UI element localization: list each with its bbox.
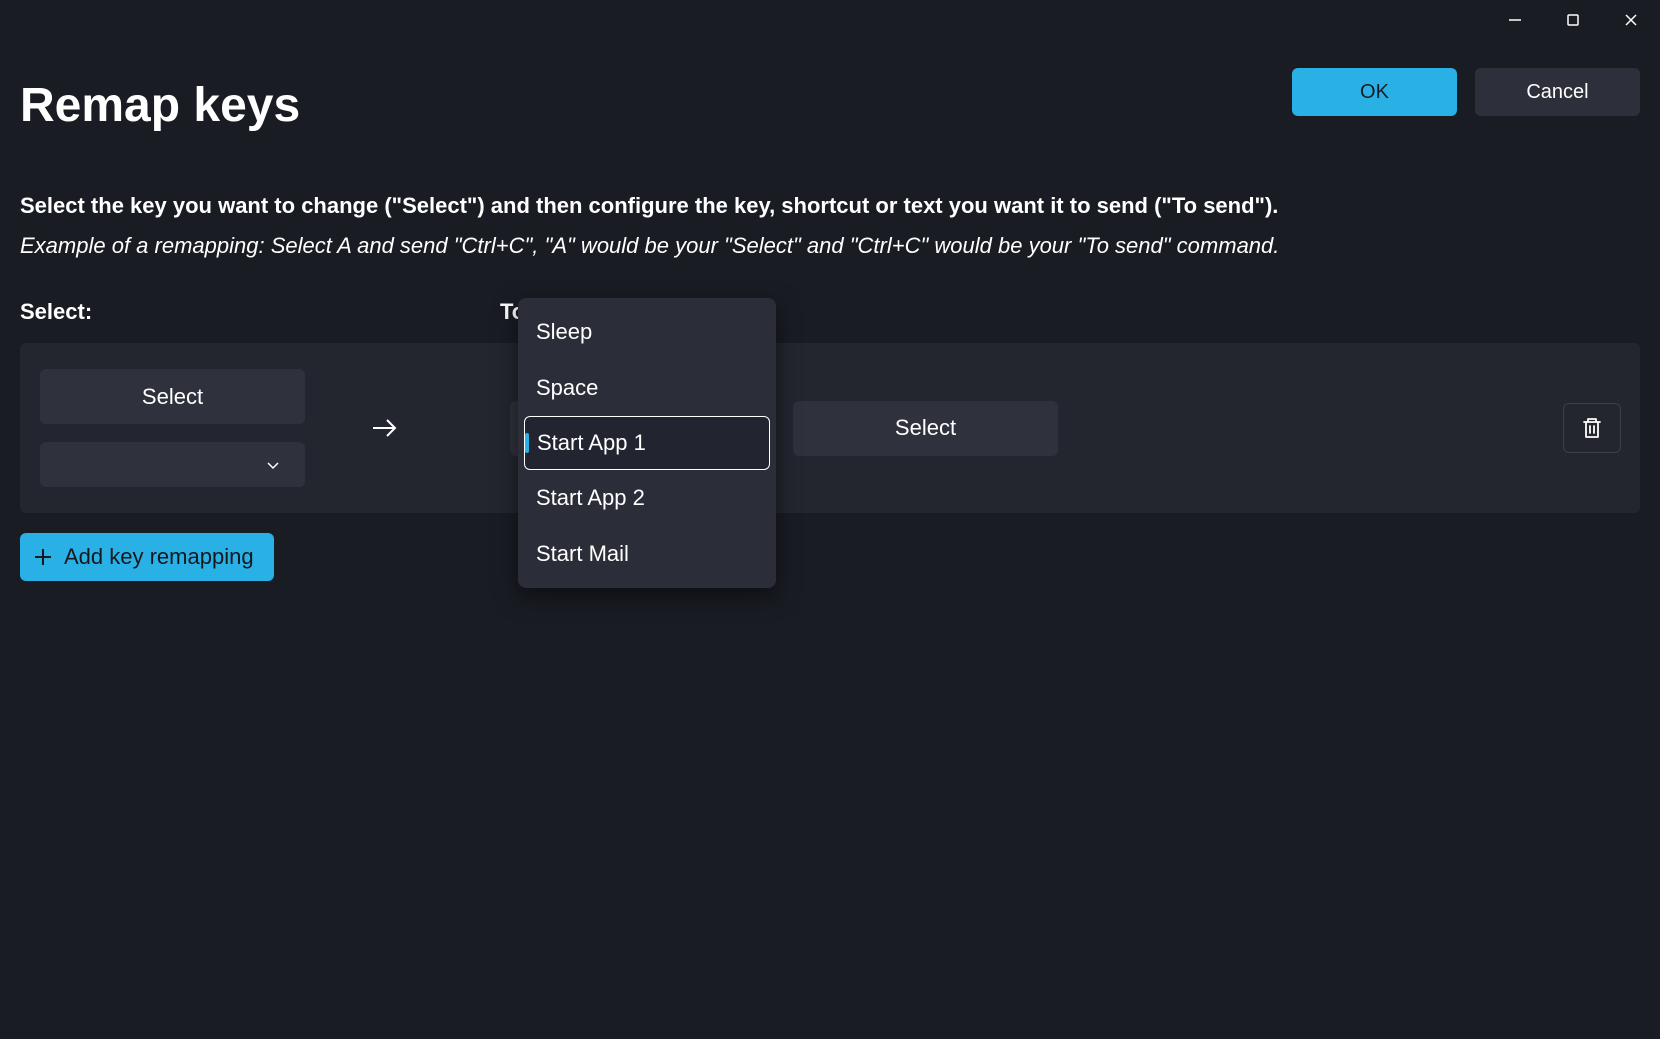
arrow-right-icon bbox=[369, 412, 401, 444]
minimize-button[interactable] bbox=[1486, 0, 1544, 40]
arrow-column bbox=[285, 412, 485, 444]
dropdown-option-startmail[interactable]: Start Mail bbox=[524, 526, 770, 582]
dropdown-option-space[interactable]: Space bbox=[524, 360, 770, 416]
chevron-down-icon bbox=[266, 458, 280, 472]
maximize-button[interactable] bbox=[1544, 0, 1602, 40]
trash-icon bbox=[1579, 415, 1605, 441]
dropdown-option-sleep[interactable]: Sleep bbox=[524, 304, 770, 360]
delete-row-button[interactable] bbox=[1563, 403, 1621, 453]
dropdown-option-startapp1[interactable]: Start App 1 bbox=[524, 416, 770, 470]
header-row: Remap keys OK Cancel bbox=[20, 60, 1640, 133]
maximize-icon bbox=[1566, 13, 1580, 27]
select-tosend-button-2[interactable]: Select bbox=[793, 401, 1058, 456]
dropdown-option-startapp2[interactable]: Start App 2 bbox=[524, 470, 770, 526]
close-icon bbox=[1624, 13, 1638, 27]
column-headers: Select: To send: bbox=[20, 299, 1640, 325]
close-button[interactable] bbox=[1602, 0, 1660, 40]
titlebar bbox=[0, 0, 1660, 40]
key-dropdown-button[interactable] bbox=[40, 442, 305, 487]
action-buttons: OK Cancel bbox=[1292, 68, 1640, 116]
ok-button[interactable]: OK bbox=[1292, 68, 1457, 116]
minimize-icon bbox=[1508, 13, 1522, 27]
description-italic: Example of a remapping: Select A and sen… bbox=[20, 233, 1640, 259]
key-dropdown-menu: Sleep Space Start App 1 Start App 2 Star… bbox=[518, 298, 776, 588]
column-header-select: Select: bbox=[20, 299, 500, 325]
select-column: Select bbox=[20, 369, 285, 487]
remapping-row: Select Select Select bbox=[20, 343, 1640, 513]
add-remapping-label: Add key remapping bbox=[64, 544, 254, 570]
content-area: Remap keys OK Cancel Select the key you … bbox=[0, 40, 1660, 581]
cancel-button[interactable]: Cancel bbox=[1475, 68, 1640, 116]
add-remapping-button[interactable]: Add key remapping bbox=[20, 533, 274, 581]
delete-column bbox=[1562, 403, 1622, 453]
plus-icon bbox=[32, 546, 54, 568]
page-title: Remap keys bbox=[20, 78, 300, 133]
window-container: Remap keys OK Cancel Select the key you … bbox=[0, 0, 1660, 1039]
select-key-button[interactable]: Select bbox=[40, 369, 305, 424]
description-bold: Select the key you want to change ("Sele… bbox=[20, 193, 1640, 219]
